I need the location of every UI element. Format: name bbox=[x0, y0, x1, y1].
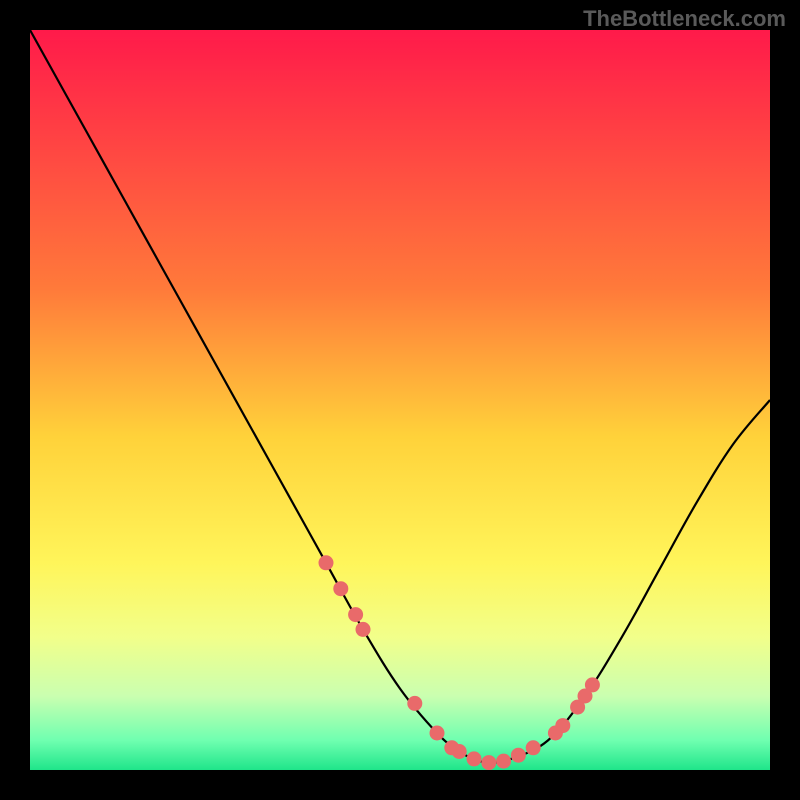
highlight-point bbox=[319, 555, 334, 570]
highlight-point bbox=[526, 740, 541, 755]
chart-svg bbox=[30, 30, 770, 770]
highlight-point bbox=[555, 718, 570, 733]
highlight-point bbox=[585, 677, 600, 692]
chart-container: TheBottleneck.com bbox=[0, 0, 800, 800]
highlight-point bbox=[511, 748, 526, 763]
highlight-point bbox=[467, 751, 482, 766]
highlight-point bbox=[496, 754, 511, 769]
watermark-text: TheBottleneck.com bbox=[583, 6, 786, 32]
highlight-point bbox=[452, 744, 467, 759]
highlight-point bbox=[333, 581, 348, 596]
highlight-point bbox=[407, 696, 422, 711]
highlight-point bbox=[430, 726, 445, 741]
highlight-point bbox=[356, 622, 371, 637]
gradient-background bbox=[30, 30, 770, 770]
highlight-point bbox=[481, 755, 496, 770]
highlight-point bbox=[348, 607, 363, 622]
plot-area bbox=[30, 30, 770, 770]
